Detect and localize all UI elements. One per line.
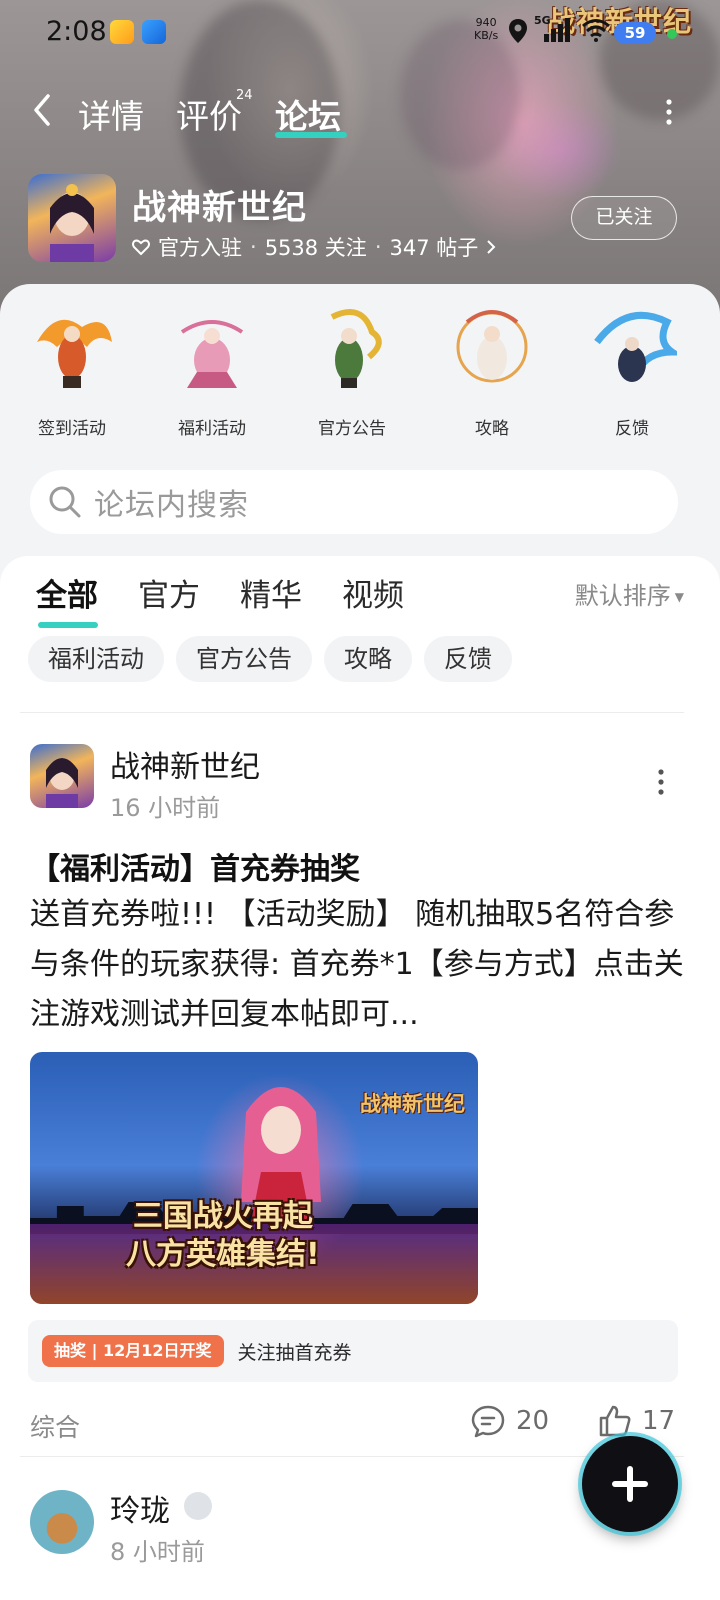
sort-label: 默认排序	[574, 582, 671, 610]
user-level-badge-icon	[184, 1492, 212, 1520]
category-label: 官方公告	[318, 419, 386, 439]
filter-tab-official[interactable]: 官方	[138, 570, 200, 620]
game-character-icon	[50, 184, 94, 262]
new-post-button[interactable]	[582, 1436, 678, 1532]
game-app-icon[interactable]	[28, 174, 116, 262]
location-icon	[509, 19, 527, 43]
sort-dropdown[interactable]: 默认排序 ▼	[575, 576, 684, 611]
comment-button[interactable]: 20	[470, 1404, 549, 1438]
post-author[interactable]: 玲珑	[110, 1486, 170, 1530]
posts-count: 347 帖子	[389, 236, 479, 260]
post-time: 16 小时前	[110, 794, 221, 822]
notification-app-icon	[110, 20, 134, 44]
filter-tab-featured[interactable]: 精华	[240, 570, 302, 620]
active-tab-indicator	[275, 132, 347, 138]
back-arrow-icon[interactable]	[28, 92, 58, 128]
lottery-tag: 抽奖 | 12月12日开奖	[42, 1335, 224, 1367]
game-meta-info[interactable]: 官方入驻 · 5538 关注 · 347 帖子	[132, 232, 496, 262]
game-title: 战神新世纪	[132, 188, 307, 228]
wifi-icon	[582, 19, 610, 42]
caret-down-icon: ▼	[674, 590, 684, 604]
filter-tab-video[interactable]: 视频	[342, 570, 404, 620]
dancer-hero-art-icon	[180, 320, 244, 388]
post-time: 8 小时前	[110, 1538, 205, 1566]
chevron-right-icon	[487, 240, 496, 254]
chip-welfare[interactable]: 福利活动	[28, 636, 164, 682]
category-label: 反馈	[615, 419, 649, 439]
signal-icon	[544, 18, 570, 42]
official-label: 官方入驻	[158, 236, 242, 260]
chip-feedback[interactable]: 反馈	[424, 636, 512, 682]
tab-forum[interactable]: 论坛	[275, 90, 341, 138]
more-options-icon[interactable]	[664, 98, 674, 126]
category-feedback[interactable]: 反馈	[572, 302, 692, 439]
category-guides[interactable]: 攻略	[432, 302, 552, 439]
meta-separator: ·	[374, 235, 382, 259]
forum-sheet: 签到活动 福利活动 官方公告 攻略 反馈 论坛内搜索 全部 官方 精华 视频 默…	[0, 284, 720, 1600]
divider	[20, 712, 684, 713]
lottery-banner[interactable]: 抽奖 | 12月12日开奖 关注抽首充券	[28, 1320, 678, 1382]
search-placeholder: 论坛内搜索	[94, 488, 249, 523]
comment-icon	[471, 1405, 505, 1438]
category-sign-in[interactable]: 签到活动	[12, 302, 132, 439]
tab-reviews[interactable]: 评价 24	[176, 88, 253, 138]
lottery-text: 关注抽首充券	[237, 1341, 352, 1364]
post-title: 【福利活动】首充券抽奖	[30, 852, 360, 887]
thumbs-up-icon	[599, 1405, 631, 1437]
dragon-general-art-icon	[330, 309, 382, 388]
top-navigation: 详情 评价 24 论坛	[0, 80, 720, 140]
game-character-icon	[46, 758, 78, 808]
chip-announcement[interactable]: 官方公告	[176, 636, 312, 682]
divider	[20, 1456, 684, 1457]
battery-indicator: 59	[614, 22, 656, 44]
category-announcement[interactable]: 官方公告	[292, 302, 412, 439]
more-options-icon[interactable]	[656, 768, 666, 796]
notification-app-icon	[142, 20, 166, 44]
category-shortcuts: 签到活动 福利活动 官方公告 攻略 反馈	[0, 302, 720, 452]
like-button[interactable]: 17	[598, 1404, 675, 1438]
image-slogan: 三国战火再起 八方英雄集结!	[126, 1199, 320, 1272]
comment-count: 20	[516, 1406, 550, 1436]
post-body: 送首充券啦!!! 【活动奖励】 随机抽取5名符合参与条件的玩家获得: 首充券*1…	[30, 897, 684, 1032]
chip-guides[interactable]: 攻略	[324, 636, 412, 682]
post-category[interactable]: 综合	[30, 1408, 80, 1444]
mage-hero-art-icon	[456, 310, 528, 383]
avatar[interactable]	[30, 1490, 94, 1554]
privacy-indicator-dot	[667, 29, 677, 39]
phoenix-hero-art-icon	[37, 319, 112, 388]
image-game-logo: 战神新世纪	[360, 1092, 465, 1116]
feed-filter-tabs: 全部 官方 精华 视频	[36, 570, 444, 628]
search-icon	[49, 486, 81, 518]
follow-button[interactable]: 已关注	[571, 196, 677, 240]
avatar[interactable]	[30, 744, 94, 808]
post-image[interactable]: 战神新世纪 三国战火再起 八方英雄集结!	[30, 1052, 478, 1304]
like-count: 17	[642, 1406, 676, 1436]
category-label: 攻略	[475, 419, 509, 439]
status-bar: 2:08 940 KB/s 5G 59	[0, 0, 720, 66]
tab-details[interactable]: 详情	[78, 90, 144, 138]
reviews-count: 24	[236, 88, 253, 103]
filter-tab-all[interactable]: 全部	[36, 570, 98, 628]
network-speed: 940 KB/s	[474, 16, 499, 42]
verified-heart-icon	[132, 239, 150, 256]
ice-dragon-art-icon	[594, 311, 684, 382]
followers-count: 5538 关注	[264, 236, 367, 260]
tab-reviews-label: 评价	[176, 97, 242, 136]
category-label: 福利活动	[178, 419, 246, 439]
topic-chips: 福利活动 官方公告 攻略 反馈	[28, 636, 512, 682]
post-author[interactable]: 战神新世纪	[110, 742, 260, 786]
category-label: 签到活动	[38, 419, 106, 439]
category-welfare[interactable]: 福利活动	[152, 302, 272, 439]
plus-icon	[627, 1466, 633, 1502]
forum-search-input[interactable]: 论坛内搜索	[30, 470, 678, 534]
status-time: 2:08	[46, 16, 107, 47]
meta-separator: ·	[250, 235, 257, 259]
